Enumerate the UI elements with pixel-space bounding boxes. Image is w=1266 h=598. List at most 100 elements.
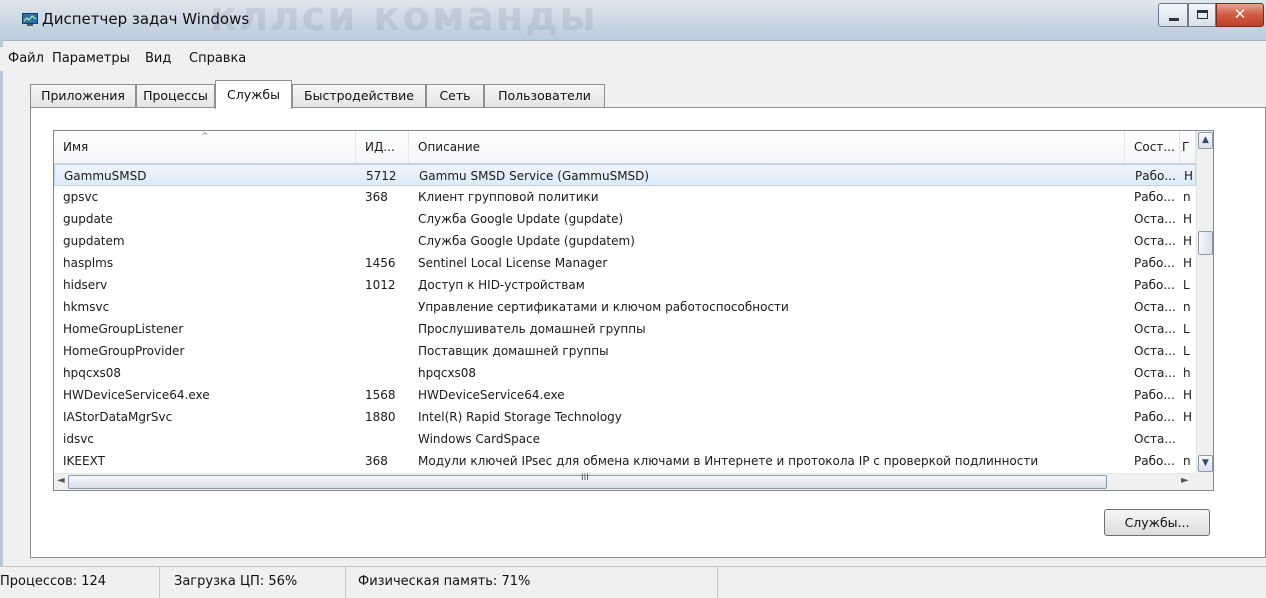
table-row[interactable]: HomeGroupProvider Поставщик домашней груп… [54, 340, 1196, 362]
window-left-border [0, 40, 3, 566]
menu-view[interactable]: Вид [145, 51, 171, 66]
tab-performance[interactable]: Быстродействие [292, 84, 426, 108]
cell-name: hpqcxs08 [63, 366, 122, 380]
cell-status: Оста... [1134, 234, 1176, 248]
table-row[interactable]: IKEEXT 368 Модули ключей IPsec для обмена … [54, 450, 1196, 472]
scroll-left-icon[interactable]: ◄ [57, 475, 65, 486]
table-row[interactable]: HomeGroupListener Прослушиватель домашней… [54, 318, 1196, 340]
cell-status: Рабо... [1134, 410, 1175, 424]
cell-pid [356, 208, 409, 230]
table-row[interactable]: GammuSMSD 5712 Gammu SMSD Service (GammuSM… [54, 164, 1196, 186]
cell-name: hidserv [63, 278, 108, 292]
cell-description: Управление сертификатами и ключом работо… [418, 300, 789, 314]
tab-network[interactable]: Сеть [426, 84, 484, 108]
column-header-group[interactable]: Г [1180, 131, 1196, 163]
table-row[interactable]: gupdate Служба Google Update (gupdate) Ост… [54, 208, 1196, 230]
status-processes: Процессов: 124 [0, 567, 160, 598]
tab-services[interactable]: Службы [215, 80, 292, 109]
background-overlay-text: кллси команды [210, 0, 598, 40]
cell-group: L [1183, 278, 1190, 292]
cell-status: Оста... [1134, 212, 1176, 226]
cell-status: Рабо... [1134, 388, 1175, 402]
cell-pid: 368 [365, 454, 388, 468]
vertical-scroll-thumb[interactable] [1198, 231, 1213, 255]
table-row[interactable]: gpsvc 368 Клиент групповой политики Рабо...… [54, 186, 1196, 208]
cell-name: hasplms [63, 256, 114, 270]
table-row[interactable]: gupdatem Служба Google Update (gupdatem) О… [54, 230, 1196, 252]
status-cpu: Загрузка ЦП: 56% [174, 567, 346, 598]
scroll-grip-icon: III [581, 473, 589, 483]
cell-description: Клиент групповой политики [418, 190, 599, 204]
cell-pid [356, 362, 409, 384]
task-manager-icon [22, 13, 38, 26]
menu-file[interactable]: Файл [8, 51, 44, 66]
tab-applications[interactable]: Приложения [30, 84, 136, 108]
cell-description: Служба Google Update (gupdate) [418, 212, 624, 226]
cell-name: HomeGroupListener [63, 322, 184, 336]
minimize-icon [1169, 18, 1179, 21]
cell-group: H [1183, 234, 1193, 248]
cell-group [1180, 428, 1196, 450]
tab-users[interactable]: Пользователи [484, 84, 605, 108]
cell-pid: 1568 [365, 388, 396, 402]
column-header-pid[interactable]: ИД... [356, 131, 409, 163]
cell-description: Доступ к HID-устройствам [418, 278, 585, 292]
horizontal-scroll-thumb[interactable]: III [68, 473, 1107, 489]
cell-status: Оста... [1134, 322, 1176, 336]
cell-pid [356, 296, 409, 318]
cell-name: gupdate [63, 212, 113, 226]
status-bar: Процессов: 124 Загрузка ЦП: 56% Физическ… [0, 566, 1266, 598]
horizontal-scrollbar[interactable]: ◄ III ► [54, 473, 1196, 490]
column-header-status[interactable]: Сост... [1125, 131, 1180, 163]
cell-name: gupdatem [63, 234, 125, 248]
cell-group: H [1183, 212, 1193, 226]
title-bar[interactable]: кллси команды Диспетчер задач Windows ✕ [0, 0, 1266, 41]
cell-status: Рабо... [1135, 169, 1176, 183]
cell-group: L [1183, 322, 1190, 336]
table-row[interactable]: IAStorDataMgrSvc 1880 Intel(R) Rapid Stora… [54, 406, 1196, 428]
minimize-button[interactable] [1158, 3, 1188, 27]
close-button[interactable]: ✕ [1216, 3, 1264, 27]
table-row[interactable]: hidserv 1012 Доступ к HID-устройствам Рабо.… [54, 274, 1196, 296]
scroll-down-icon[interactable]: ▼ [1198, 455, 1213, 472]
cell-description: hpqcxs08 [418, 366, 477, 380]
column-name-label: Имя [63, 140, 89, 154]
column-header-name[interactable]: Имя ^ [54, 131, 356, 163]
cell-group: n [1183, 300, 1191, 314]
cell-group: n [1183, 190, 1191, 204]
task-manager-window: кллси команды Диспетчер задач Windows ✕ … [0, 0, 1266, 598]
cell-pid [356, 230, 409, 252]
menu-help[interactable]: Справка [189, 51, 246, 66]
scroll-up-icon[interactable]: ▲ [1198, 132, 1213, 149]
cell-pid [356, 318, 409, 340]
cell-description: Intel(R) Rapid Storage Technology [418, 410, 622, 424]
cell-name: IAStorDataMgrSvc [63, 410, 173, 424]
vertical-scrollbar[interactable]: ▲ ▼ [1196, 131, 1213, 473]
column-header-description[interactable]: Описание [409, 131, 1125, 163]
services-button[interactable]: Службы... [1104, 509, 1210, 536]
cell-status: Оста... [1134, 432, 1176, 446]
cell-group: H [1183, 410, 1193, 424]
services-list[interactable]: Имя ^ ИД... Описание Сост... Г GammuSMSD… [53, 130, 1214, 491]
cell-status: Рабо... [1134, 256, 1175, 270]
table-row[interactable]: hpqcxs08 hpqcxs08 Оста... h [54, 362, 1196, 384]
cell-pid: 1012 [365, 278, 396, 292]
scroll-right-icon[interactable]: ► [1181, 475, 1189, 486]
table-row[interactable]: hasplms 1456 Sentinel Local License Manage… [54, 252, 1196, 274]
cell-description: Sentinel Local License Manager [418, 256, 608, 270]
table-row[interactable]: hkmsvc Управление сертификатами и ключом … [54, 296, 1196, 318]
cell-group: h [1183, 366, 1191, 380]
cell-description: Служба Google Update (gupdatem) [418, 234, 635, 248]
maximize-icon [1197, 10, 1208, 19]
cell-group: H [1183, 388, 1193, 402]
cell-name: HomeGroupProvider [63, 344, 185, 358]
menu-options[interactable]: Параметры [52, 51, 130, 66]
cell-status: Оста... [1134, 366, 1176, 380]
maximize-button[interactable] [1188, 3, 1216, 27]
table-row[interactable]: HWDeviceService64.exe 1568 HWDeviceService… [54, 384, 1196, 406]
cell-pid [356, 428, 409, 450]
tab-processes[interactable]: Процессы [136, 84, 215, 108]
cell-name: GammuSMSD [64, 169, 147, 183]
table-row[interactable]: idsvc Windows CardSpace Оста... [54, 428, 1196, 450]
cell-status: Рабо... [1134, 278, 1175, 292]
